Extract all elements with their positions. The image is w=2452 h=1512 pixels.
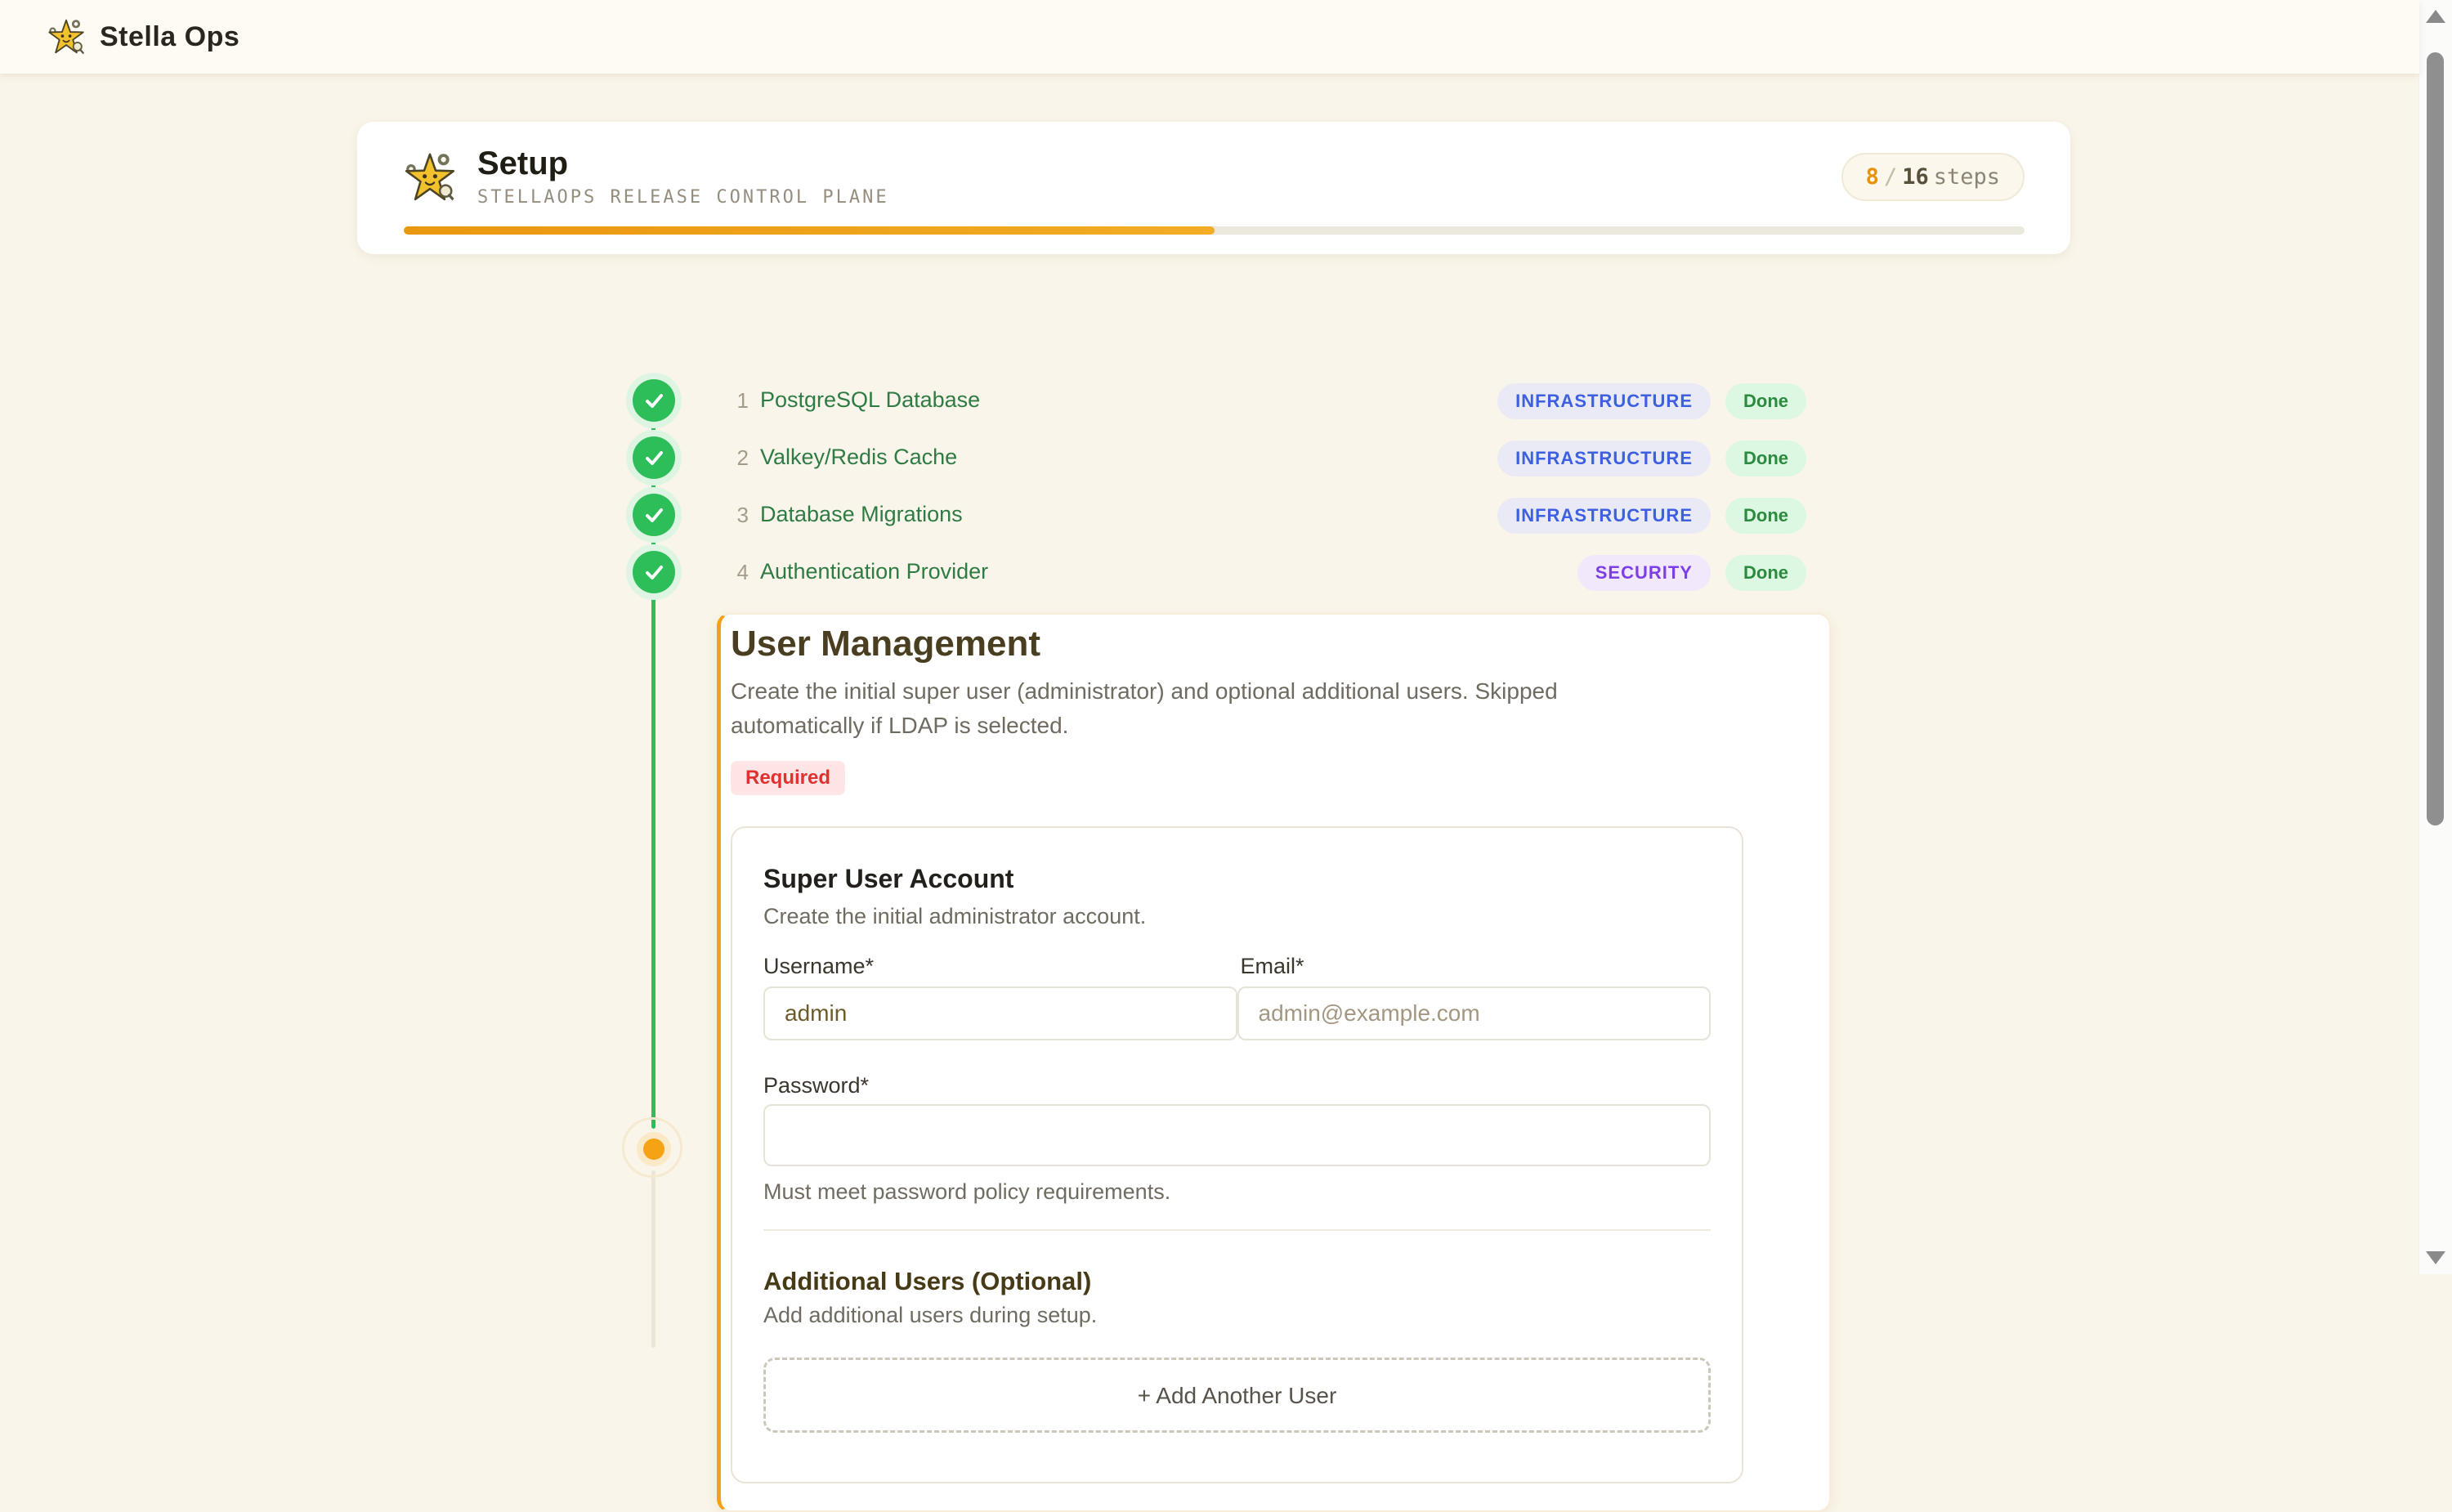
page-title: Setup: [477, 146, 889, 181]
super-user-title: Super User Account: [763, 864, 1711, 894]
super-user-description: Create the initial administrator account…: [763, 904, 1711, 929]
scroll-down-arrow-icon[interactable]: [2426, 1251, 2445, 1264]
step-number: 1: [719, 388, 749, 414]
timeline-line-upcoming: [651, 1170, 656, 1348]
password-label: Password*: [763, 1073, 1711, 1099]
step-row[interactable]: 2 Valkey/Redis Cache INFRASTRUCTURE Done: [0, 429, 2419, 486]
password-help-text: Must meet password policy requirements.: [763, 1179, 1711, 1205]
add-another-user-button[interactable]: + Add Another User: [763, 1358, 1711, 1433]
step-number: 3: [719, 503, 749, 528]
completed-steps-list: 1 PostgreSQL Database INFRASTRUCTURE Don…: [0, 372, 2419, 601]
stella-ops-logo-icon: [47, 18, 85, 56]
step-row[interactable]: 4 Authentication Provider SECURITY Done: [0, 544, 2419, 601]
section-description: Create the initial super user (administr…: [731, 674, 1671, 743]
additional-users-description: Add additional users during setup.: [763, 1303, 1711, 1328]
additional-users-title: Additional Users (Optional): [763, 1267, 1711, 1296]
step-title[interactable]: Database Migrations: [760, 502, 963, 527]
status-badge: Done: [1725, 498, 1806, 534]
step-row[interactable]: 1 PostgreSQL Database INFRASTRUCTURE Don…: [0, 372, 2419, 429]
status-badge: Done: [1725, 441, 1806, 476]
check-circle-icon: [633, 551, 675, 593]
steps-suffix: steps: [1934, 164, 2000, 190]
setup-mascot-icon: [404, 151, 456, 204]
main-content: Setup STELLAOPS RELEASE CONTROL PLANE 8/…: [0, 74, 2419, 1274]
scrollbar[interactable]: [2418, 0, 2452, 1274]
category-badge: INFRASTRUCTURE: [1497, 498, 1711, 534]
scrollbar-thumb[interactable]: [2427, 52, 2444, 825]
topbar: Stella Ops: [0, 0, 2419, 74]
super-user-form-card: Super User Account Create the initial ad…: [731, 826, 1743, 1483]
setup-header-card: Setup STELLAOPS RELEASE CONTROL PLANE 8/…: [357, 122, 2070, 254]
current-step-dot: [643, 1138, 664, 1160]
category-badge: SECURITY: [1577, 555, 1711, 591]
scroll-up-arrow-icon[interactable]: [2426, 10, 2445, 23]
setup-progress-bar: [404, 226, 2025, 235]
step-title[interactable]: PostgreSQL Database: [760, 387, 980, 413]
user-management-card: User Management Create the initial super…: [717, 613, 1831, 1512]
email-label: Email*: [1237, 954, 1711, 980]
step-title[interactable]: Valkey/Redis Cache: [760, 445, 957, 470]
step-number: 4: [719, 560, 749, 585]
status-badge: Done: [1725, 555, 1806, 591]
step-number: 2: [719, 445, 749, 471]
setup-progress-fill: [404, 226, 1215, 235]
category-badge: INFRASTRUCTURE: [1497, 383, 1711, 419]
section-title: User Management: [731, 621, 1829, 666]
step-row[interactable]: 3 Database Migrations INFRASTRUCTURE Don…: [0, 486, 2419, 544]
password-field[interactable]: [763, 1104, 1711, 1166]
category-badge: INFRASTRUCTURE: [1497, 441, 1711, 476]
check-circle-icon: [633, 436, 675, 479]
app-name: Stella Ops: [100, 21, 239, 53]
check-circle-icon: [633, 379, 675, 422]
status-badge: Done: [1725, 383, 1806, 419]
section-divider: [763, 1229, 1711, 1231]
username-label: Username*: [763, 954, 1237, 980]
steps-done-count: 8: [1866, 164, 1879, 190]
steps-progress-badge: 8/16 steps: [1841, 153, 2025, 201]
check-circle-icon: [633, 494, 675, 536]
required-badge: Required: [731, 761, 845, 795]
steps-total-count: 16: [1902, 164, 1929, 190]
step-title[interactable]: Authentication Provider: [760, 559, 988, 584]
username-field[interactable]: [763, 986, 1237, 1040]
page-subtitle: STELLAOPS RELEASE CONTROL PLANE: [477, 187, 889, 208]
email-field[interactable]: [1237, 986, 1711, 1040]
